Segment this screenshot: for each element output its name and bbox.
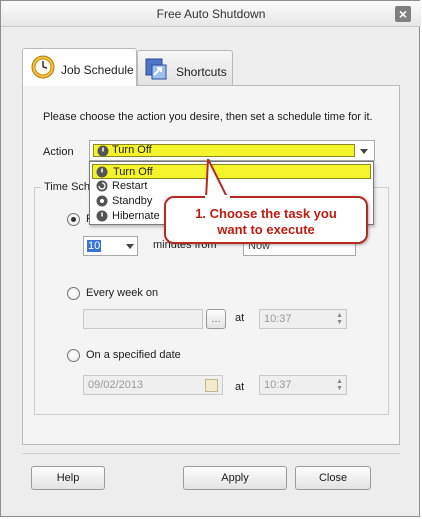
weekly-radio[interactable] xyxy=(67,287,80,300)
callout-text: 1. Choose the task you want to execute xyxy=(195,206,337,237)
weekly-time-field[interactable]: 10:37 ▲ ▼ xyxy=(259,309,347,329)
dropdown-item-label: Hibernate xyxy=(112,210,160,222)
apply-button[interactable]: Apply xyxy=(183,466,287,490)
action-selected-value: Turn Off xyxy=(112,144,152,156)
weekdays-field[interactable] xyxy=(83,309,203,329)
power-icon xyxy=(97,145,109,157)
spin-icon: ▲ ▼ xyxy=(336,378,343,392)
standby-icon xyxy=(96,195,108,207)
chevron-down-icon xyxy=(126,244,134,249)
tab-label: Shortcuts xyxy=(176,65,227,79)
dropdown-item-label: Turn Off xyxy=(113,166,153,178)
weekly-time-value: 10:37 xyxy=(264,313,292,325)
window-title: Free Auto Shutdown xyxy=(156,7,266,21)
date-radio-label: On a specified date xyxy=(86,349,181,361)
weekly-radio-label: Every week on xyxy=(86,287,159,299)
date-at-label: at xyxy=(235,381,245,393)
callout-pointer xyxy=(204,159,230,201)
calendar-icon xyxy=(205,379,218,392)
clock-icon xyxy=(31,55,55,79)
weekdays-browse-button[interactable]: ... xyxy=(206,309,226,329)
window-close-button[interactable]: × xyxy=(395,6,411,22)
spin-icon: ▲ ▼ xyxy=(336,312,343,326)
instructions-text: Please choose the action you desire, the… xyxy=(43,111,373,123)
action-select[interactable]: Turn Off xyxy=(89,140,375,161)
hibernate-icon xyxy=(96,210,108,222)
app-window: Free Auto Shutdown × Job Schedule Shortc… xyxy=(0,0,421,517)
tab-job-schedule[interactable]: Job Schedule xyxy=(22,48,137,86)
weekly-at-label: at xyxy=(235,312,245,324)
tooltip-callout: 1. Choose the task you want to execute xyxy=(164,196,368,244)
date-field[interactable]: 09/02/2013 xyxy=(83,375,223,395)
date-time-value: 10:37 xyxy=(264,379,292,391)
tab-label: Job Schedule xyxy=(61,63,134,77)
action-label: Action xyxy=(43,146,74,158)
divider xyxy=(22,453,400,454)
help-button[interactable]: Help xyxy=(31,466,105,490)
minutes-value: 10 xyxy=(87,240,102,252)
dropdown-item-label: Restart xyxy=(112,180,148,192)
restart-icon xyxy=(96,180,108,192)
date-radio[interactable] xyxy=(67,349,80,362)
close-button[interactable]: Close xyxy=(295,466,371,490)
chevron-down-icon xyxy=(360,149,368,154)
date-time-field[interactable]: 10:37 ▲ ▼ xyxy=(259,375,347,395)
power-icon xyxy=(96,166,108,178)
dropdown-item-label: Standby xyxy=(112,195,153,207)
shortcut-icon xyxy=(145,58,167,80)
countdown-radio[interactable] xyxy=(67,213,80,226)
date-value: 09/02/2013 xyxy=(88,379,144,391)
minutes-select[interactable]: 10 xyxy=(83,236,138,256)
tab-shortcuts[interactable]: Shortcuts xyxy=(137,50,233,86)
title-bar: Free Auto Shutdown × xyxy=(1,1,421,27)
